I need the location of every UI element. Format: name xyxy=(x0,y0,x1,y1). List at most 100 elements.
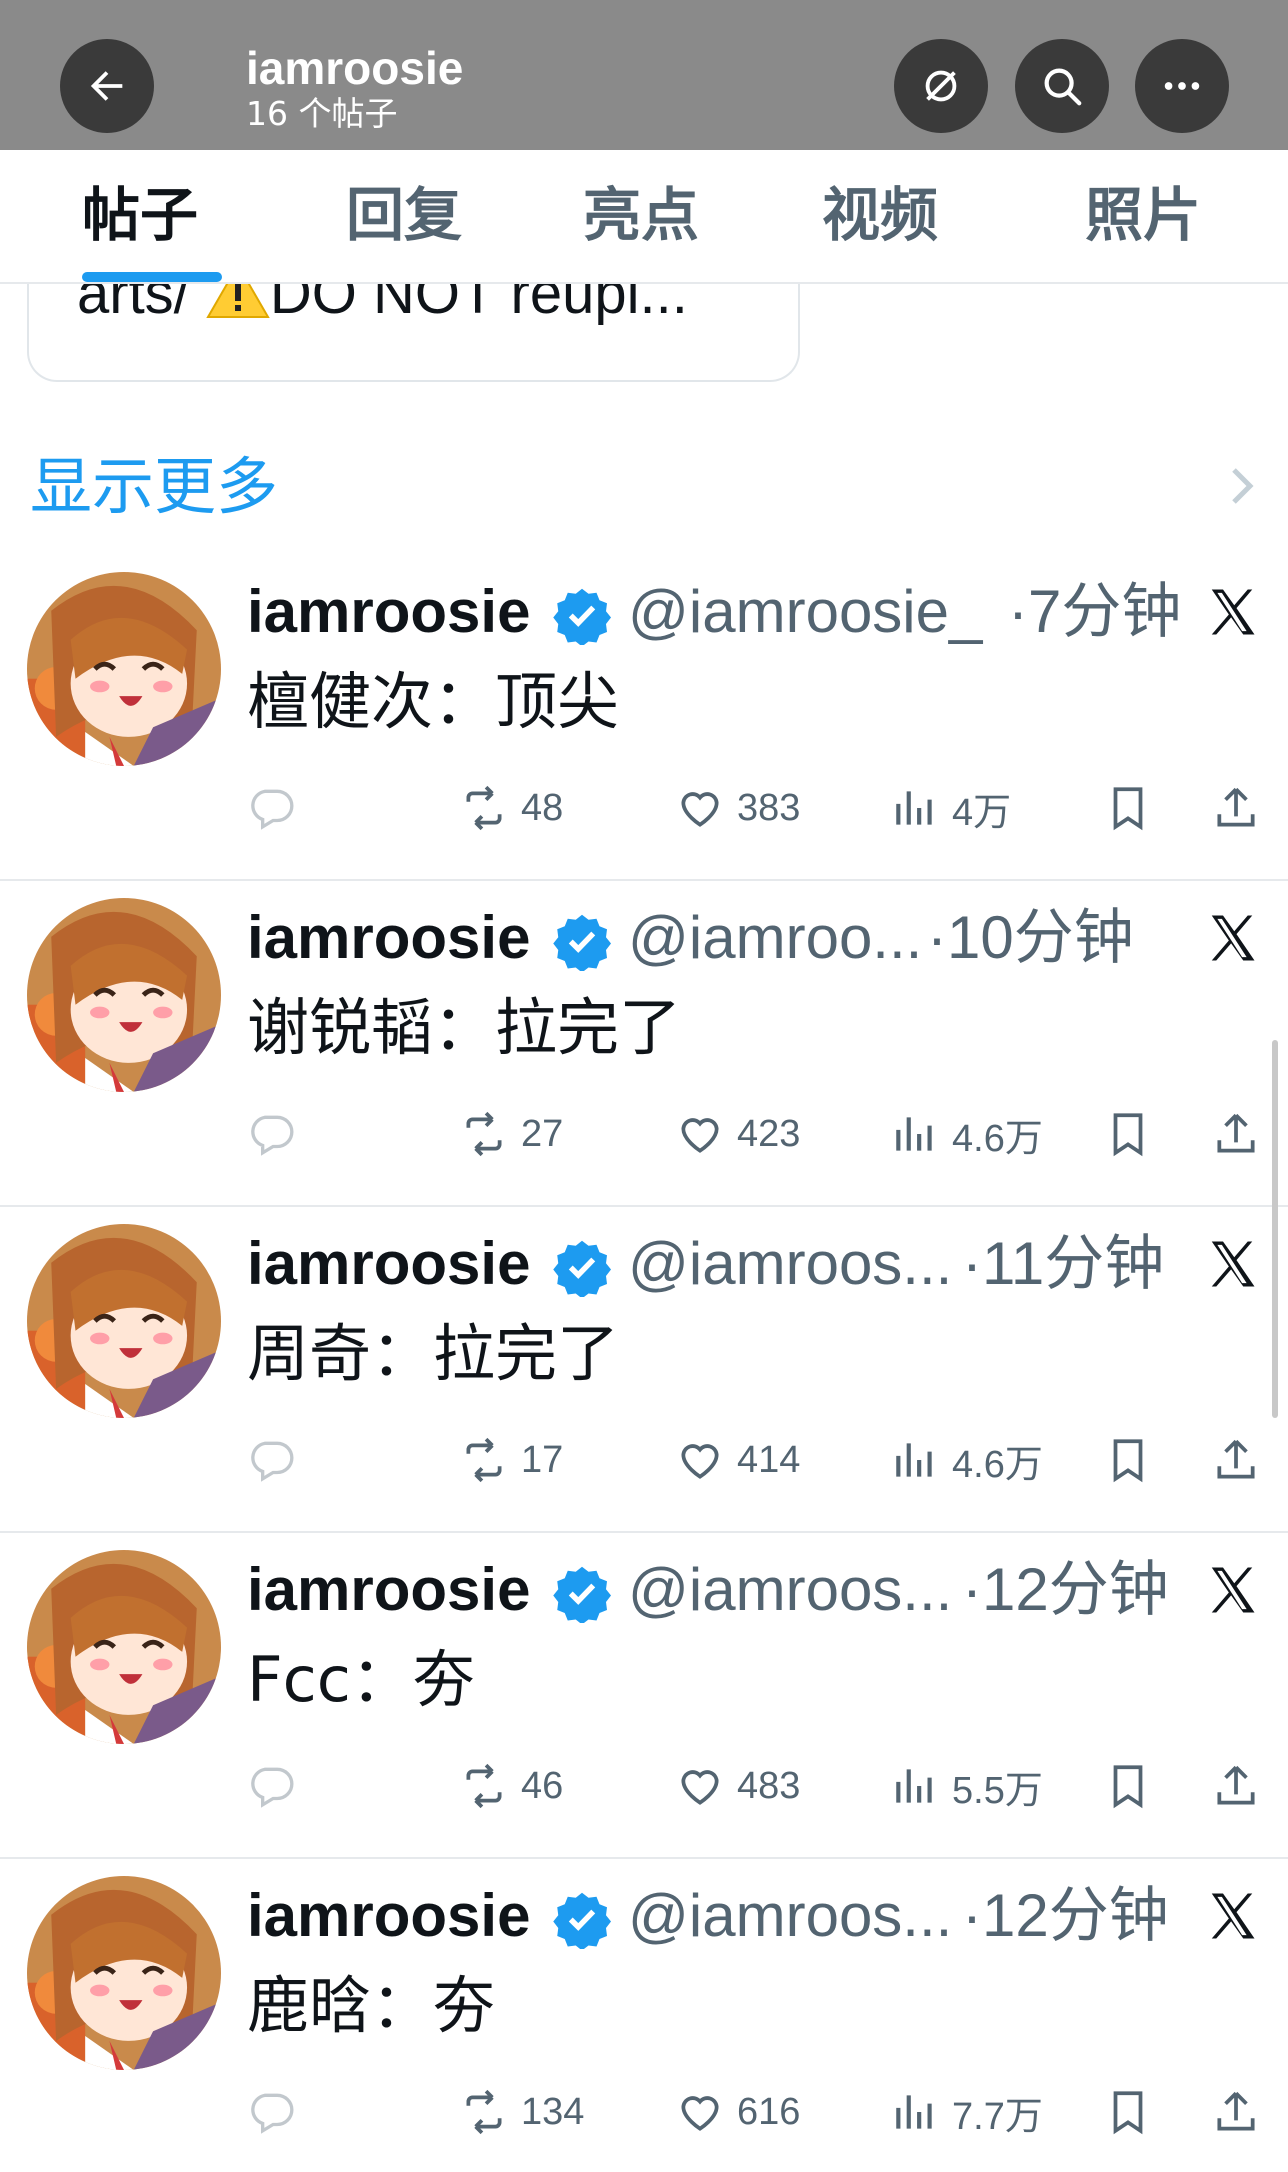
show-more-link[interactable]: 显示更多 xyxy=(30,452,278,522)
tweet-author-name[interactable]: iamroosie xyxy=(247,1229,530,1299)
views-icon xyxy=(896,1117,932,1151)
heart-icon xyxy=(681,792,719,827)
avatar[interactable] xyxy=(27,898,221,1092)
tweet-text: 檀健次：顶尖 xyxy=(247,665,620,738)
tweet-text: 周奇：拉完了 xyxy=(247,1317,620,1390)
tweet-time[interactable]: ·12分钟 xyxy=(962,1881,1169,1951)
x-logo-icon xyxy=(1211,589,1255,635)
retweet-count: 48 xyxy=(521,786,564,829)
retweet-button[interactable]: 46 xyxy=(459,1758,563,1814)
share-button[interactable] xyxy=(1211,2084,1261,2140)
tab-replies[interactable]: 回复 xyxy=(346,180,462,250)
retweet-button[interactable]: 48 xyxy=(459,780,563,836)
retweet-count: 134 xyxy=(521,2090,585,2133)
tweet[interactable]: iamroosie @iamroos... ·12分钟 鹿晗：夯 134 616… xyxy=(0,1859,1288,2172)
tweet-time[interactable]: ·12分钟 xyxy=(962,1555,1169,1625)
reply-button[interactable] xyxy=(246,1106,296,1162)
heart-icon xyxy=(681,1444,719,1479)
view-count: 4.6万 xyxy=(952,1443,1043,1486)
tweet-handle[interactable]: @iamroos... xyxy=(628,1881,952,1951)
share-button[interactable] xyxy=(1211,1106,1261,1162)
share-button[interactable] xyxy=(1211,1758,1261,1814)
views-icon xyxy=(896,1443,932,1477)
tweet[interactable]: iamroosie @iamroosie_ ·7分钟 檀健次：顶尖 48 383… xyxy=(0,555,1288,881)
tab-highlights[interactable]: 亮点 xyxy=(583,180,699,250)
like-button[interactable]: 383 xyxy=(675,780,800,836)
retweet-button[interactable]: 134 xyxy=(459,2084,584,2140)
retweet-icon xyxy=(466,785,502,831)
search-icon xyxy=(1044,68,1082,106)
tweet-handle[interactable]: @iamroosie_ xyxy=(628,577,982,647)
tab-videos[interactable]: 视频 xyxy=(822,180,938,250)
bookmark-button[interactable] xyxy=(1103,1432,1153,1488)
like-count: 383 xyxy=(737,786,801,829)
retweet-count: 46 xyxy=(521,1764,564,1807)
avatar[interactable] xyxy=(27,1224,221,1418)
search-button[interactable] xyxy=(1015,39,1109,133)
reply-icon xyxy=(251,2093,294,2134)
tweet-author-name[interactable]: iamroosie xyxy=(247,1881,530,1951)
reply-button[interactable] xyxy=(246,2084,296,2140)
share-icon xyxy=(1217,1765,1255,1805)
tweet-author-name[interactable]: iamroosie xyxy=(247,903,530,973)
avatar[interactable] xyxy=(27,1876,221,2070)
share-icon xyxy=(1217,1439,1255,1479)
reply-button[interactable] xyxy=(246,1432,296,1488)
avatar[interactable] xyxy=(27,572,221,766)
retweet-button[interactable]: 17 xyxy=(459,1432,563,1488)
views-icon xyxy=(896,2095,932,2129)
avatar-image xyxy=(27,1224,221,1418)
like-button[interactable]: 414 xyxy=(675,1432,800,1488)
share-button[interactable] xyxy=(1211,1432,1261,1488)
back-button[interactable] xyxy=(60,39,154,133)
views-button[interactable]: 4万 xyxy=(890,780,1011,836)
verified-badge-icon xyxy=(553,1240,611,1297)
views-button[interactable]: 4.6万 xyxy=(890,1432,1043,1488)
x-logo-icon xyxy=(1211,1241,1255,1287)
scrollbar[interactable] xyxy=(1272,1040,1278,1418)
reply-icon xyxy=(251,1115,294,1156)
reply-button[interactable] xyxy=(246,780,296,836)
like-button[interactable]: 483 xyxy=(675,1758,800,1814)
tweet-author-name[interactable]: iamroosie xyxy=(247,1555,530,1625)
share-button[interactable] xyxy=(1211,780,1261,836)
bookmark-icon xyxy=(1113,2091,1143,2135)
tweet-handle[interactable]: @iamroos... xyxy=(628,1229,952,1299)
tweet[interactable]: iamroosie @iamroos... ·11分钟 周奇：拉完了 17 41… xyxy=(0,1207,1288,1533)
tweet-author-name[interactable]: iamroosie xyxy=(247,577,530,647)
bookmark-button[interactable] xyxy=(1103,1106,1153,1162)
like-button[interactable]: 616 xyxy=(675,2084,800,2140)
like-count: 414 xyxy=(737,1438,801,1481)
bookmark-icon xyxy=(1113,1439,1143,1483)
retweet-button[interactable]: 27 xyxy=(459,1106,563,1162)
grok-icon xyxy=(925,70,957,102)
more-button[interactable] xyxy=(1135,39,1229,133)
tab-photos[interactable]: 照片 xyxy=(1085,180,1201,250)
like-count: 423 xyxy=(737,1112,801,1155)
tweet-time[interactable]: ·10分钟 xyxy=(927,903,1134,973)
views-button[interactable]: 7.7万 xyxy=(890,2084,1043,2140)
bookmark-icon xyxy=(1113,787,1143,831)
tweet-time[interactable]: ·11分钟 xyxy=(962,1229,1164,1299)
views-button[interactable]: 5.5万 xyxy=(890,1758,1043,1814)
bookmark-button[interactable] xyxy=(1103,1758,1153,1814)
like-count: 483 xyxy=(737,1764,801,1807)
retweet-count: 17 xyxy=(521,1438,564,1481)
x-logo-icon xyxy=(1211,915,1255,961)
avatar[interactable] xyxy=(27,1550,221,1744)
avatar-image xyxy=(27,898,221,1092)
bookmark-button[interactable] xyxy=(1103,780,1153,836)
tweet[interactable]: iamroosie @iamroo... ·10分钟 谢锐韬：拉完了 27 42… xyxy=(0,881,1288,1207)
bookmark-button[interactable] xyxy=(1103,2084,1153,2140)
tweet-handle[interactable]: @iamroos... xyxy=(628,1555,952,1625)
views-button[interactable]: 4.6万 xyxy=(890,1106,1043,1162)
grok-button[interactable] xyxy=(894,39,988,133)
tweet-handle[interactable]: @iamroo... xyxy=(628,903,922,973)
tweet-time[interactable]: ·7分钟 xyxy=(1008,577,1181,647)
tab-posts[interactable]: 帖子 xyxy=(82,180,198,250)
views-icon xyxy=(896,791,932,825)
tweet-text: 鹿晗：夯 xyxy=(247,1969,496,2042)
reply-button[interactable] xyxy=(246,1758,296,1814)
like-button[interactable]: 423 xyxy=(675,1106,800,1162)
tweet[interactable]: iamroosie @iamroos... ·12分钟 Fcc：夯 46 483… xyxy=(0,1533,1288,1859)
